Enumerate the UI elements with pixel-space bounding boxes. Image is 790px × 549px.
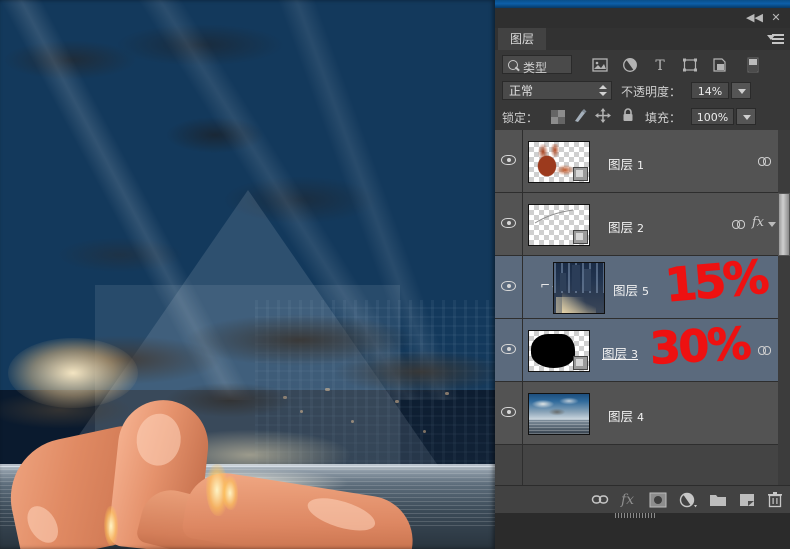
layer-fx-expand-chevron-icon[interactable] xyxy=(768,222,776,227)
fill-label: 填充： xyxy=(645,111,682,125)
search-icon-tail xyxy=(515,66,520,72)
filter-type-icon[interactable]: T xyxy=(651,57,669,74)
layers-panel: ◀◀ ✕ 图层 类型 T 正常 不透明度： 14% 锁定： 填充： 100% 图… xyxy=(495,0,790,549)
layer-row-2[interactable]: 图层 2 fx xyxy=(495,193,790,256)
layer-name-1[interactable]: 图层 1 xyxy=(608,154,644,173)
photoshop-window: ◀◀ ✕ 图层 类型 T 正常 不透明度： 14% 锁定： 填充： 100% 图… xyxy=(0,0,790,549)
eye-icon xyxy=(501,154,516,166)
lock-label: 锁定： xyxy=(502,111,539,125)
collapse-icon[interactable]: ◀◀ xyxy=(746,11,763,25)
layers-panel-toolbar: fx xyxy=(495,485,790,514)
annotation-15-percent: 15% xyxy=(662,249,769,313)
layer-style-fx-button[interactable]: fx xyxy=(621,491,639,509)
blend-mode-value: 正常 xyxy=(509,84,534,98)
filter-smart-object-icon[interactable] xyxy=(711,57,729,73)
layer-visibility-toggle-4[interactable] xyxy=(495,382,523,444)
fill-value[interactable]: 100% xyxy=(691,108,734,125)
layer-row-4[interactable]: 图层 4 xyxy=(495,382,790,445)
layer-link-icon-1[interactable] xyxy=(758,157,772,166)
filter-pixel-icon[interactable] xyxy=(591,57,609,73)
layer-name-4[interactable]: 图层 4 xyxy=(608,406,644,425)
eye-icon xyxy=(501,343,516,355)
eye-icon xyxy=(501,406,516,418)
layer-row-3[interactable]: 图层 3 30% xyxy=(495,318,790,382)
image-canvas[interactable] xyxy=(0,0,495,549)
layer-thumbnail-1[interactable] xyxy=(528,141,590,183)
fill-dropdown-button[interactable] xyxy=(736,108,756,125)
panel-menu-icon[interactable] xyxy=(767,32,785,46)
annotation-30-percent: 30% xyxy=(648,318,751,375)
smart-object-badge-3 xyxy=(573,356,588,370)
layer-thumbnail-5[interactable] xyxy=(553,262,605,314)
panel-window-bar: ◀◀ ✕ xyxy=(495,8,790,29)
layer-thumbnail-2[interactable] xyxy=(528,204,590,246)
layer-name-5[interactable]: 图层 5 xyxy=(613,280,649,299)
lock-transparent-pixels-icon[interactable] xyxy=(551,109,565,125)
svg-text:T: T xyxy=(655,58,665,73)
layer-list-scrollbar-thumb[interactable] xyxy=(778,193,790,256)
panel-tab-bar: 图层 xyxy=(495,28,790,51)
layer-name-3[interactable]: 图层 3 xyxy=(602,343,638,362)
canvas-edge-shadow xyxy=(0,0,495,549)
layer-list-scrollbar-track[interactable] xyxy=(778,130,790,485)
new-layer-button[interactable] xyxy=(738,491,756,509)
layer-visibility-toggle-2[interactable] xyxy=(495,193,523,255)
lock-position-icon[interactable] xyxy=(595,108,611,124)
opacity-dropdown-button[interactable] xyxy=(731,82,751,99)
new-adjustment-layer-button[interactable] xyxy=(678,491,698,509)
opacity-label: 不透明度： xyxy=(621,85,682,99)
panel-footer-area xyxy=(495,513,790,549)
add-layer-mask-button[interactable] xyxy=(648,491,668,509)
lock-image-pixels-icon[interactable] xyxy=(573,108,589,124)
layer-name-2[interactable]: 图层 2 xyxy=(608,217,644,236)
layer-thumbnail-4[interactable] xyxy=(528,393,590,435)
layer-kind-filter[interactable]: 类型 xyxy=(502,55,572,75)
lock-all-icon[interactable] xyxy=(621,107,635,123)
panel-drag-grip[interactable] xyxy=(615,513,655,518)
layer-visibility-toggle-5[interactable] xyxy=(495,256,523,318)
blend-bar: 正常 不透明度： 14% xyxy=(495,78,790,104)
filter-toggle-icon[interactable] xyxy=(747,57,759,73)
delete-layer-button[interactable] xyxy=(767,491,783,509)
layer-row-5[interactable]: ⌐↓ 图层 5 15% xyxy=(495,249,790,319)
filter-kind-label: 类型 xyxy=(523,61,548,75)
opacity-value[interactable]: 14% xyxy=(691,82,729,99)
filter-adjustment-icon[interactable] xyxy=(621,57,639,73)
smart-object-badge-1 xyxy=(573,167,588,181)
smart-object-badge-2 xyxy=(573,230,588,244)
filter-bar: 类型 T xyxy=(495,50,790,78)
lock-bar: 锁定： 填充： 100% xyxy=(495,104,790,130)
layer-visibility-toggle-3[interactable] xyxy=(495,319,523,381)
new-group-button[interactable] xyxy=(708,491,728,509)
filter-shape-icon[interactable] xyxy=(681,57,699,73)
layer-list[interactable]: 图层 1 图层 2 fx ⌐↓ 图层 5 15% 图层 3 30% 图层 4 xyxy=(495,130,790,485)
layer-link-icon-3[interactable] xyxy=(758,346,772,355)
blend-mode-select[interactable]: 正常 xyxy=(502,81,612,100)
layer-visibility-toggle-1[interactable] xyxy=(495,130,523,192)
eye-icon xyxy=(501,217,516,229)
close-icon[interactable]: ✕ xyxy=(768,11,784,25)
link-layers-button[interactable] xyxy=(591,491,609,509)
layer-thumbnail-3[interactable] xyxy=(528,330,590,372)
app-title-accent-bar xyxy=(495,0,790,8)
layer-fx-icon-2[interactable]: fx xyxy=(752,215,764,230)
layer-row-1[interactable]: 图层 1 xyxy=(495,130,790,193)
layer-link-icon-2[interactable] xyxy=(732,220,746,229)
eye-icon xyxy=(501,280,516,292)
tab-layers[interactable]: 图层 xyxy=(498,28,547,50)
